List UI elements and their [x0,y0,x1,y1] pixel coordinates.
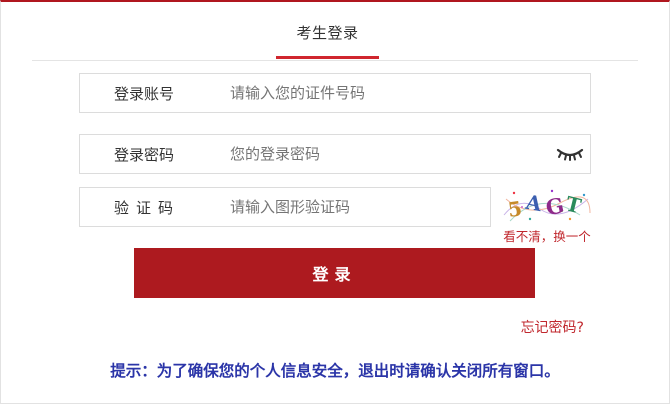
password-label: 登录密码 [114,145,175,164]
account-field: 登录账号 [79,73,591,113]
account-label: 登录账号 [114,84,175,103]
account-input[interactable] [212,74,590,112]
forgot-password-link[interactable]: 忘记密码? [500,317,584,337]
password-input[interactable] [212,135,550,173]
login-button[interactable]: 登录 [134,248,535,298]
svg-text:T: T [563,191,583,218]
password-field: 登录密码 [79,134,591,174]
svg-text:5: 5 [506,196,523,222]
tab-candidate-login[interactable]: 考生登录 [276,22,379,43]
captcha-field: 验证码 [79,187,491,227]
security-tip: 提示：为了确保您的个人信息安全，退出时请确认关闭所有窗口。 [110,362,560,380]
eye-closed-icon[interactable] [550,135,590,173]
captcha-label: 验证码 [114,198,181,217]
tab-active-indicator [276,56,379,59]
captcha-input[interactable] [212,188,490,226]
tab-divider [32,60,638,61]
captcha-image[interactable]: 5 A G T [500,185,592,225]
captcha-refresh-link[interactable]: 看不清，换一个 [500,226,594,245]
svg-text:G: G [543,192,566,220]
svg-text:A: A [523,190,544,217]
